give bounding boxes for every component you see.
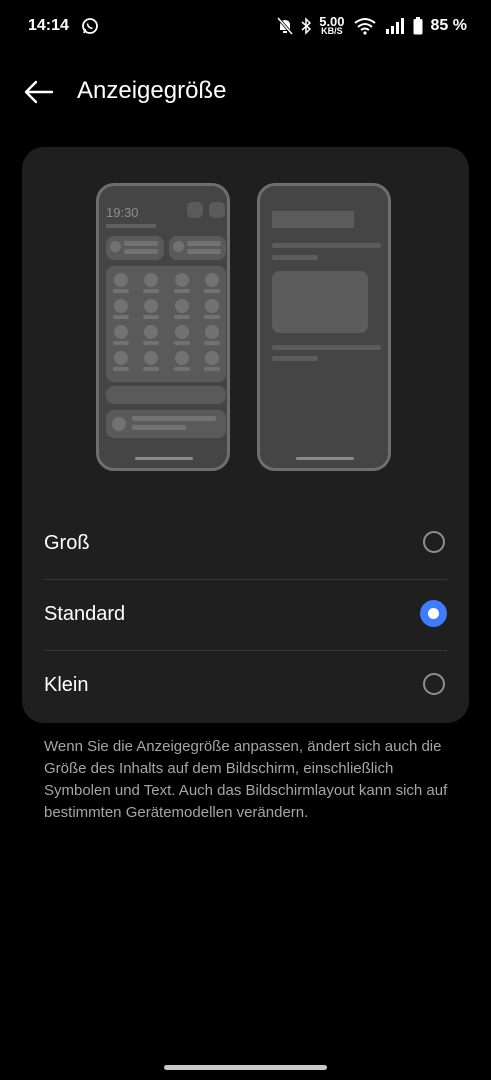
bell-muted-icon — [277, 17, 294, 35]
battery-percent: 85 % — [430, 17, 467, 34]
gesture-nav-handle[interactable] — [164, 1065, 327, 1070]
status-bar: 14:14 5.00 KB/S 85 % — [0, 0, 491, 54]
display-size-card: 19:30 Groß Standard Klein — [22, 147, 469, 723]
wifi-icon — [353, 18, 376, 35]
page-title: Anzeigegröße — [77, 77, 227, 104]
back-button[interactable] — [18, 74, 58, 110]
arrow-left-icon — [24, 80, 54, 104]
network-speed: 5.00 KB/S — [319, 14, 345, 36]
bluetooth-icon — [301, 17, 312, 35]
description-text: Wenn Sie die Anzeigegröße anpassen, ände… — [44, 738, 448, 821]
status-icons: 5.00 KB/S 85 % — [277, 14, 467, 36]
option-label: Klein — [44, 674, 89, 696]
display-preview: 19:30 — [96, 183, 396, 475]
option-label: Standard — [44, 603, 126, 625]
option-standard[interactable]: Standard — [44, 580, 447, 650]
status-time: 14:14 — [28, 17, 69, 34]
preview-phone-home: 19:30 — [96, 183, 230, 471]
whatsapp-icon — [82, 18, 98, 34]
radio-button[interactable] — [423, 531, 445, 553]
preview-clock: 19:30 — [106, 205, 139, 220]
signal-icon — [385, 18, 404, 34]
radio-button[interactable] — [423, 673, 445, 695]
preview-phone-app — [257, 183, 391, 471]
option-label: Groß — [44, 532, 90, 554]
option-gross[interactable]: Groß — [44, 509, 447, 579]
radio-button-selected[interactable] — [420, 600, 447, 627]
option-klein[interactable]: Klein — [44, 651, 447, 721]
battery-icon — [413, 17, 423, 35]
top-bar: Anzeigegröße — [0, 64, 491, 120]
